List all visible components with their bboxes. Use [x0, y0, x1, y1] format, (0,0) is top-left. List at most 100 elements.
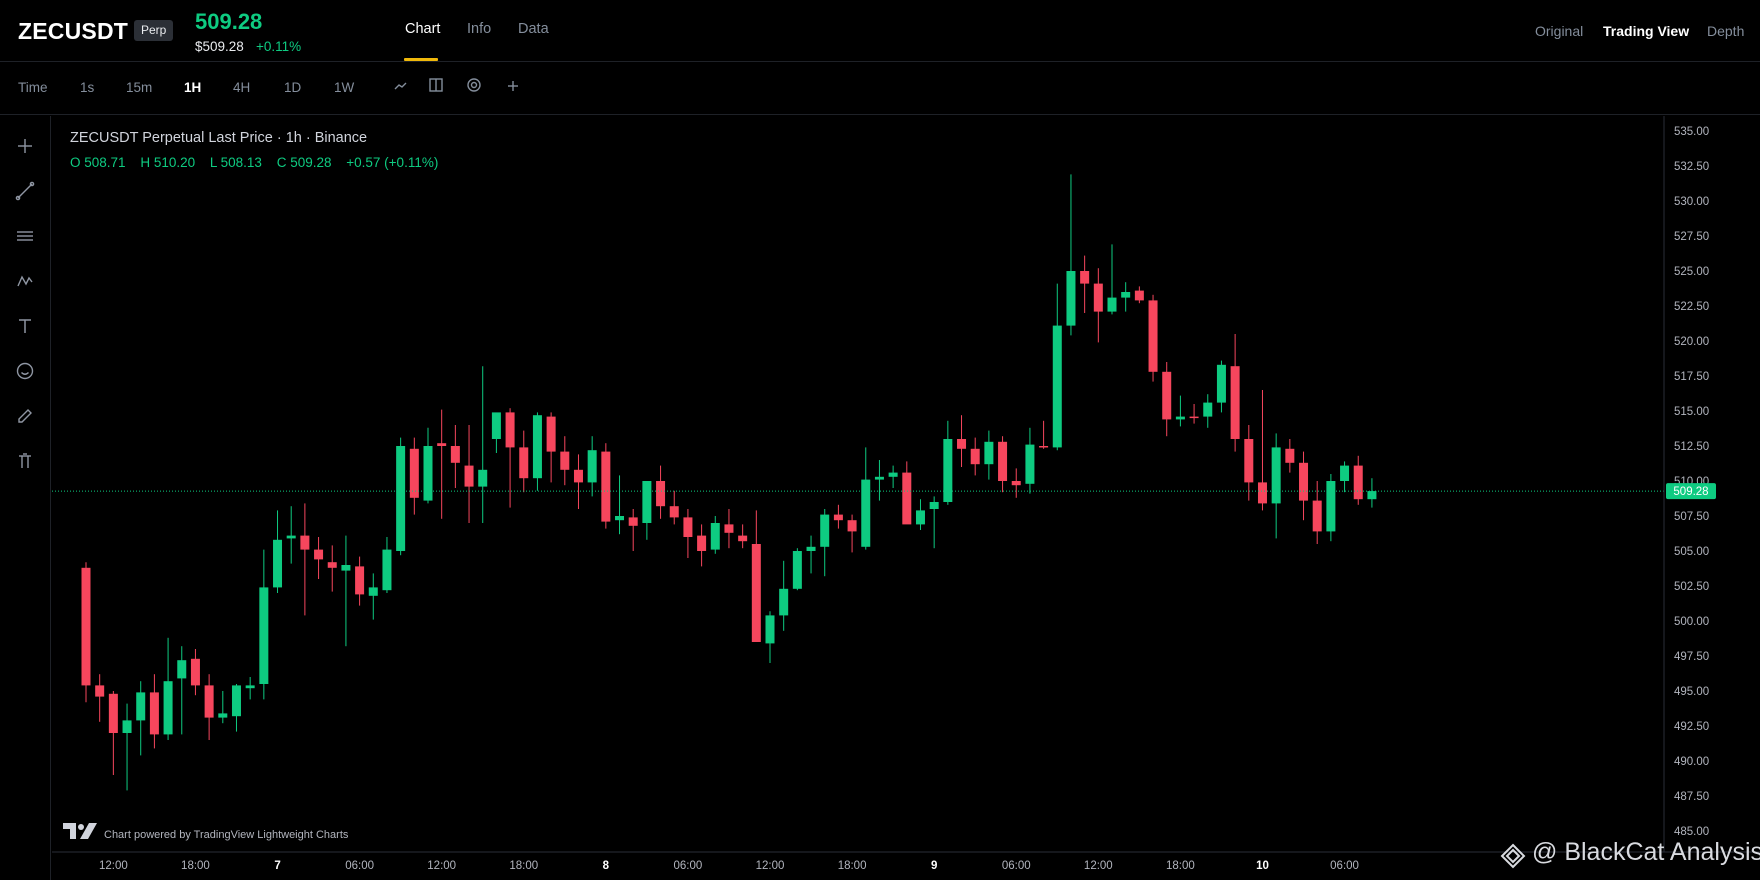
candle-body[interactable] — [970, 448, 980, 465]
candle-body[interactable] — [1011, 481, 1021, 486]
candle-body[interactable] — [1271, 447, 1281, 504]
candle-body[interactable] — [1080, 271, 1090, 284]
candle-body[interactable] — [108, 693, 118, 733]
indicators-icon[interactable] — [463, 75, 485, 97]
candle-body[interactable] — [122, 720, 132, 733]
tab-info[interactable]: Info — [467, 21, 491, 37]
candle-body[interactable] — [163, 681, 173, 735]
candle-body[interactable] — [915, 510, 925, 525]
candle-body[interactable] — [1189, 416, 1199, 419]
candle-body[interactable] — [779, 588, 789, 616]
candle-body[interactable] — [847, 520, 857, 532]
candle-body[interactable] — [669, 506, 679, 518]
candle-body[interactable] — [190, 658, 200, 686]
candle-body[interactable] — [478, 469, 488, 487]
tab-chart[interactable]: Chart — [405, 21, 440, 37]
candle-body[interactable] — [1367, 491, 1377, 500]
candle-body[interactable] — [1121, 292, 1131, 298]
brush-icon[interactable] — [13, 404, 37, 428]
text-icon[interactable] — [13, 314, 37, 338]
candle-body[interactable] — [751, 544, 761, 642]
candle-body[interactable] — [136, 692, 146, 721]
view-original[interactable]: Original — [1535, 23, 1583, 39]
horizontal-lines-icon[interactable] — [13, 224, 37, 248]
interval-1h[interactable]: 1H — [184, 80, 201, 95]
candle-body[interactable] — [683, 517, 693, 537]
compare-icon[interactable] — [425, 75, 447, 97]
candle-body[interactable] — [656, 481, 666, 507]
candle-body[interactable] — [1326, 481, 1336, 532]
candle-body[interactable] — [1107, 297, 1117, 312]
candle-body[interactable] — [1312, 500, 1322, 532]
trendline-icon[interactable] — [13, 179, 37, 203]
add-icon[interactable] — [502, 75, 524, 97]
candle-body[interactable] — [286, 535, 296, 539]
candle-body[interactable] — [218, 713, 228, 718]
candle-body[interactable] — [929, 502, 939, 509]
interval-1w[interactable]: 1W — [334, 80, 354, 95]
emoji-icon[interactable] — [13, 359, 37, 383]
line-type-icon[interactable] — [390, 75, 412, 97]
candle-body[interactable] — [231, 685, 241, 717]
candle-body[interactable] — [1093, 283, 1103, 312]
powered-by-text[interactable]: Chart powered by TradingView Lightweight… — [104, 829, 348, 841]
candle-body[interactable] — [806, 546, 816, 551]
candle-body[interactable] — [738, 535, 748, 542]
symbol-title[interactable]: ZECUSDT — [18, 18, 128, 45]
candle-body[interactable] — [615, 516, 625, 521]
candle-body[interactable] — [1299, 462, 1309, 501]
candle-body[interactable] — [491, 412, 501, 439]
candlestick-chart[interactable]: 535.00 532.50 530.00 527.50 525.00 522.50 520.… — [52, 116, 1760, 880]
candle-body[interactable] — [1039, 446, 1049, 448]
view-trading-view[interactable]: Trading View — [1603, 23, 1689, 39]
tradingview-logo-icon[interactable] — [62, 820, 98, 842]
candle-body[interactable] — [587, 450, 597, 483]
interval-4h[interactable]: 4H — [233, 80, 250, 95]
candle-body[interactable] — [1244, 439, 1254, 483]
candle-body[interactable] — [1052, 325, 1062, 448]
candle-body[interactable] — [861, 479, 871, 547]
candle-body[interactable] — [1162, 371, 1172, 420]
candle-body[interactable] — [1134, 290, 1144, 301]
candle-body[interactable] — [81, 567, 91, 686]
interval-15m[interactable]: 15m — [126, 80, 152, 95]
candle-body[interactable] — [437, 443, 447, 446]
candle-body[interactable] — [874, 476, 884, 480]
candle-body[interactable] — [888, 472, 898, 477]
candle-body[interactable] — [1025, 444, 1035, 484]
candle-body[interactable] — [1148, 300, 1158, 372]
candle-body[interactable] — [1257, 482, 1267, 504]
interval-1s[interactable]: 1s — [80, 80, 94, 95]
candle-body[interactable] — [409, 448, 419, 498]
candle-body[interactable] — [423, 446, 433, 501]
trash-icon[interactable] — [13, 449, 37, 473]
candle-body[interactable] — [1216, 364, 1226, 403]
candle-body[interactable] — [1230, 366, 1240, 439]
candle-body[interactable] — [1353, 465, 1363, 500]
price-axis[interactable]: 535.00 532.50 530.00 527.50 525.00 522.50 520.… — [1674, 126, 1709, 838]
tab-data[interactable]: Data — [518, 21, 549, 37]
candle-body[interactable] — [314, 549, 324, 560]
candle-body[interactable] — [1066, 271, 1076, 326]
candle-body[interactable] — [601, 451, 611, 522]
candle-body[interactable] — [519, 447, 529, 479]
candle-body[interactable] — [149, 692, 159, 735]
candle-body[interactable] — [532, 415, 542, 479]
candle-body[interactable] — [546, 416, 556, 452]
candle-body[interactable] — [642, 481, 652, 523]
candle-body[interactable] — [628, 517, 638, 526]
crosshair-icon[interactable] — [13, 134, 37, 158]
candle-body[interactable] — [792, 551, 802, 589]
candle-body[interactable] — [368, 587, 378, 596]
candle-body[interactable] — [273, 539, 283, 588]
candle-body[interactable] — [560, 451, 570, 470]
candle-body[interactable] — [177, 660, 187, 679]
candle-body[interactable] — [245, 685, 255, 689]
candle-body[interactable] — [341, 565, 351, 571]
candle-body[interactable] — [1285, 448, 1295, 463]
candle-body[interactable] — [382, 549, 392, 591]
candle-body[interactable] — [259, 587, 269, 684]
candle-body[interactable] — [355, 566, 365, 595]
candle-body[interactable] — [1175, 416, 1185, 420]
candle-body[interactable] — [902, 472, 912, 525]
